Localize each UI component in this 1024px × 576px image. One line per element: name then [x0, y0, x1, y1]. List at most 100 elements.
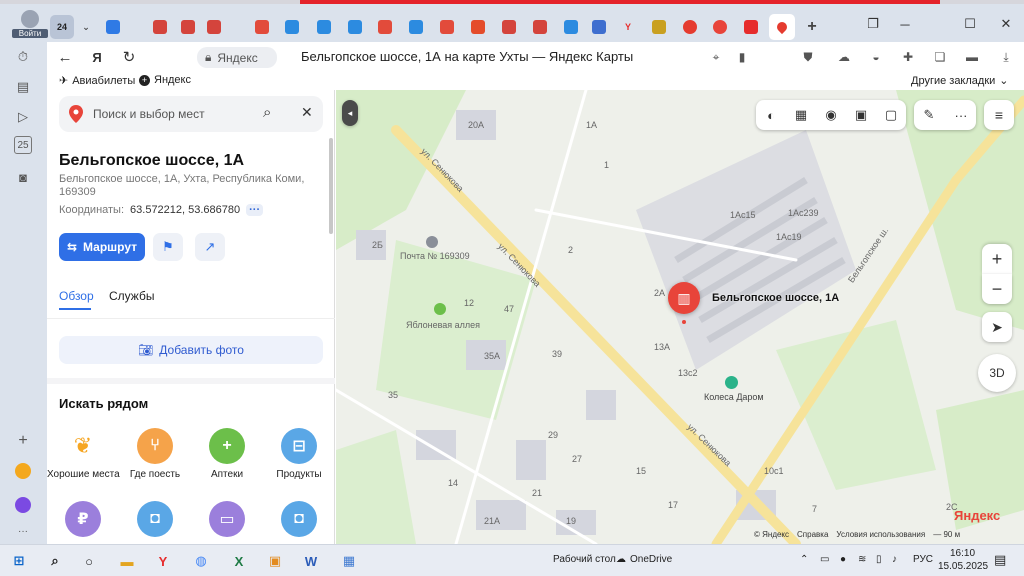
- more-icon[interactable]: ···: [946, 100, 976, 130]
- tab-doc-1[interactable]: [148, 15, 172, 39]
- tab-pin[interactable]: [708, 15, 732, 39]
- extensions-icon[interactable]: ✚: [899, 48, 917, 66]
- tab-pdf-3[interactable]: [435, 15, 459, 39]
- calculator-icon[interactable]: ▦: [336, 549, 362, 573]
- zoom-out-button[interactable]: −: [982, 274, 1012, 304]
- tab-mail-2[interactable]: [312, 15, 336, 39]
- yandex-home-icon[interactable]: Я: [87, 47, 107, 67]
- place-marker-icon[interactable]: ▥: [668, 282, 700, 314]
- collapse-panel-button[interactable]: ◂: [342, 100, 358, 126]
- ruler-icon[interactable]: ✎: [914, 100, 944, 130]
- app-orange-icon[interactable]: ▣: [262, 549, 288, 573]
- terms-link[interactable]: Условия использования: [836, 530, 925, 539]
- tab-gov[interactable]: [587, 15, 611, 39]
- post-office-icon[interactable]: [426, 236, 438, 248]
- category-malls[interactable]: ◘: [263, 501, 335, 537]
- protect-icon[interactable]: ⛊: [799, 48, 817, 66]
- poi-label[interactable]: Яблоневая аллея: [406, 320, 480, 330]
- category-food[interactable]: ⑂ Где поесть: [119, 428, 191, 480]
- bookmark-aviabilety[interactable]: ✈ Авиабилеты: [59, 74, 135, 88]
- tab-yandex-1[interactable]: Y: [616, 15, 640, 39]
- clock-date[interactable]: 15.05.2025: [938, 561, 988, 572]
- bookmark-yandex[interactable]: + Яндекс: [139, 74, 191, 86]
- window-close-button[interactable]: ✕: [991, 12, 1021, 36]
- window-maximize-button[interactable]: ☐: [955, 12, 985, 36]
- layers-icon[interactable]: ◐: [756, 100, 786, 130]
- collections-icon[interactable]: ❏: [931, 48, 949, 66]
- save-bookmark-button[interactable]: ⚑: [153, 233, 183, 261]
- add-photo-button[interactable]: 📷︎ Добавить фото: [59, 336, 323, 364]
- site-info-pill[interactable]: 🔒︎ Яндекс: [197, 47, 277, 68]
- tab-maps-1[interactable]: [678, 15, 702, 39]
- tab-services[interactable]: Службы: [109, 289, 154, 303]
- new-tab-button[interactable]: +: [800, 15, 824, 39]
- yandex-browser-icon[interactable]: Y: [150, 549, 176, 573]
- poi-label[interactable]: Колеса Даром: [704, 392, 764, 402]
- transport-icon[interactable]: ▣: [846, 100, 876, 130]
- chrome-icon[interactable]: ◍: [188, 549, 214, 573]
- category-groceries[interactable]: ⊟ Продукты: [263, 428, 335, 480]
- onedrive-icon[interactable]: ☁: [616, 554, 626, 565]
- notifications-icon[interactable]: ▤: [994, 552, 1006, 568]
- other-bookmarks[interactable]: Другие закладки ⌄: [911, 74, 1009, 88]
- panorama-icon[interactable]: ◉: [816, 100, 846, 130]
- category-good-places[interactable]: ❦ Хорошие места: [47, 428, 120, 480]
- mic-icon[interactable]: ●: [840, 554, 846, 565]
- tab-maps-active[interactable]: [769, 14, 795, 40]
- tab-mail-3[interactable]: [343, 15, 367, 39]
- zoom-in-button[interactable]: +: [982, 244, 1012, 274]
- map-canvas[interactable]: ул. Сенюкова ул. Сенюкова ул. Сенюкова Б…: [336, 90, 1024, 544]
- tab-overview[interactable]: Обзор: [59, 289, 94, 303]
- tabs-dropdown-icon[interactable]: ⌄: [74, 15, 98, 39]
- marker-label[interactable]: Бельгопское шоссе, 1А: [712, 292, 839, 304]
- tabs-collapse-icon[interactable]: ❐: [858, 12, 888, 36]
- word-icon[interactable]: W: [298, 549, 324, 573]
- extension-bowl-icon[interactable]: ◒: [867, 48, 885, 66]
- help-link[interactable]: Справка: [797, 530, 828, 539]
- tab-rtc[interactable]: [466, 15, 490, 39]
- coordinates-value[interactable]: 63.572212, 53.686780: [130, 204, 240, 216]
- yandex-market-icon[interactable]: [12, 460, 34, 482]
- coordinates-more-icon[interactable]: ···: [246, 204, 264, 216]
- play-icon[interactable]: ▷: [12, 106, 34, 128]
- poi-label[interactable]: Почта № 169309: [400, 251, 470, 261]
- map-type-icon[interactable]: ▦: [786, 100, 816, 130]
- camera-tray-icon[interactable]: ▭: [820, 554, 829, 565]
- add-panel-icon[interactable]: +: [12, 430, 34, 452]
- calendar-icon[interactable]: 25: [14, 136, 32, 154]
- battery-icon[interactable]: ▯: [876, 554, 882, 565]
- media-icon[interactable]: ▬: [963, 48, 981, 66]
- clock-time[interactable]: 16:10: [950, 548, 975, 559]
- tab-mail-5[interactable]: [559, 15, 583, 39]
- tab-counter[interactable]: 24: [50, 15, 74, 39]
- bookmark-icon[interactable]: ▮: [733, 48, 751, 66]
- tire-shop-icon[interactable]: [725, 376, 738, 389]
- camera-icon[interactable]: ◙: [12, 166, 34, 188]
- onedrive-label[interactable]: OneDrive: [630, 554, 672, 565]
- park-icon[interactable]: [434, 303, 446, 315]
- extension-cloud-icon[interactable]: ☁: [835, 48, 853, 66]
- menu-icon[interactable]: ≡: [984, 100, 1014, 130]
- window-minimize-button[interactable]: ─: [890, 12, 920, 36]
- panel-scrollbar[interactable]: [329, 138, 333, 234]
- search-icon[interactable]: ⌕: [42, 549, 68, 573]
- reload-button[interactable]: ↻: [119, 47, 139, 67]
- tab-pdf-2[interactable]: [373, 15, 397, 39]
- category-pharmacy[interactable]: + Аптеки: [191, 428, 263, 480]
- alice-icon[interactable]: [12, 494, 34, 516]
- tab-mail-1[interactable]: [280, 15, 304, 39]
- tab-doc-5[interactable]: [528, 15, 552, 39]
- share-button[interactable]: ↗: [195, 233, 225, 261]
- task-view-icon[interactable]: ○: [76, 549, 102, 573]
- tab-game[interactable]: [647, 15, 671, 39]
- tab-mail-4[interactable]: [404, 15, 428, 39]
- desktop-label[interactable]: Рабочий стол: [553, 554, 616, 565]
- volume-icon[interactable]: ♪: [892, 554, 897, 565]
- tray-expand-icon[interactable]: ⌃: [800, 554, 808, 565]
- excel-icon[interactable]: X: [226, 549, 252, 573]
- tab-cloud[interactable]: [101, 15, 125, 39]
- my-location-icon[interactable]: ➤: [982, 312, 1012, 342]
- tab-yandex-2[interactable]: [739, 15, 763, 39]
- category-shops[interactable]: ◘: [119, 501, 191, 537]
- file-explorer-icon[interactable]: ▬: [114, 549, 140, 573]
